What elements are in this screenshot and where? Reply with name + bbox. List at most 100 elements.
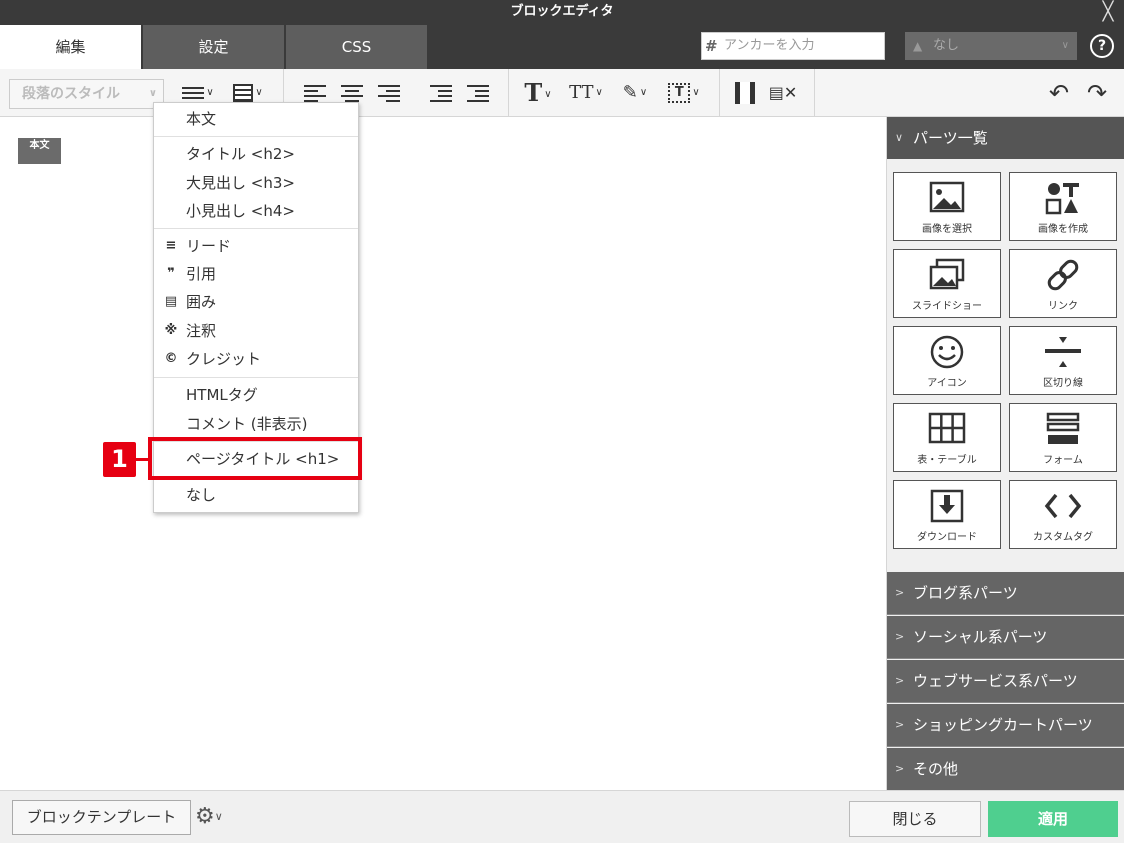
menu-item-label: コメント (非表示) xyxy=(186,415,308,433)
part-slideshow[interactable]: スライドショー xyxy=(893,249,1001,318)
part-divider[interactable]: 区切り線 xyxy=(1009,326,1117,395)
menu-item-label: HTMLタグ xyxy=(186,386,258,404)
part-label: アイコン xyxy=(927,378,967,389)
menu-item-title-h2[interactable]: タイトル <h2> xyxy=(154,141,358,167)
parts-panel-title: パーツ一覧 xyxy=(913,129,988,147)
tab-settings[interactable]: 設定 xyxy=(143,25,284,69)
divider-icon xyxy=(1045,337,1081,367)
menu-item-label: クレジット xyxy=(186,350,262,368)
menu-item-heading-h3[interactable]: 大見出し <h3> xyxy=(154,170,358,196)
part-create-image[interactable]: 画像を作成 xyxy=(1009,172,1117,241)
menu-item-label: 引用 xyxy=(186,265,217,283)
form-icon xyxy=(1046,412,1080,444)
menu-item-label: 囲み xyxy=(186,293,217,311)
paragraph-style-select[interactable]: 段落のスタイル ∨ xyxy=(9,79,164,109)
align-right-button[interactable] xyxy=(377,79,401,107)
menu-item-none[interactable]: なし xyxy=(154,482,358,508)
text-frame-icon: T xyxy=(668,83,691,103)
hash-icon: # xyxy=(705,37,718,55)
footer-bar: ブロックテンプレート ⚙∨ 閉じる 適用 xyxy=(0,790,1124,843)
text-style-button[interactable]: TT ∨ xyxy=(565,79,607,107)
part-label: カスタムタグ xyxy=(1033,532,1093,543)
link-icon xyxy=(1047,259,1079,291)
font-size-icon: T xyxy=(524,78,543,107)
category-label: ブログ系パーツ xyxy=(913,584,1018,602)
redo-button[interactable]: ↷ xyxy=(1084,79,1110,107)
inline-frame-button[interactable]: T ∨ xyxy=(662,79,706,107)
menu-item-comment-hidden[interactable]: コメント (非表示) xyxy=(154,411,358,437)
part-label: 表・テーブル xyxy=(917,455,977,466)
body-block-tag[interactable]: 本文 xyxy=(18,138,61,164)
part-custom-tag[interactable]: カスタムタグ xyxy=(1009,480,1117,549)
undo-button[interactable]: ↶ xyxy=(1046,79,1072,107)
copyright-icon: © xyxy=(164,351,178,366)
category-shopping-cart-parts[interactable]: > ショッピングカートパーツ xyxy=(887,704,1124,747)
menu-item-html-tag[interactable]: HTMLタグ xyxy=(154,382,358,408)
undo-icon: ↶ xyxy=(1048,79,1070,107)
menu-item-label: 注釈 xyxy=(186,322,217,340)
menu-item-subheading-h4[interactable]: 小見出し <h4> xyxy=(154,198,358,224)
shapes-icon xyxy=(1045,183,1079,215)
outdent-button[interactable] xyxy=(429,79,453,107)
part-select-image[interactable]: 画像を選択 xyxy=(893,172,1001,241)
part-link[interactable]: リンク xyxy=(1009,249,1117,318)
anchor-select-value: なし xyxy=(933,38,960,53)
settings-menu-button[interactable]: ⚙∨ xyxy=(195,802,245,832)
part-icon[interactable]: アイコン xyxy=(893,326,1001,395)
anchor-input[interactable]: アンカーを入力 xyxy=(701,32,885,60)
bullet-list-icon xyxy=(182,84,205,102)
outdent-icon xyxy=(430,82,452,105)
menu-item-body[interactable]: 本文 xyxy=(154,106,358,132)
tab-edit[interactable]: 編集 xyxy=(0,25,141,69)
apply-button[interactable]: 適用 xyxy=(988,801,1118,837)
eyedropper-icon: ✎ xyxy=(622,82,638,103)
part-label: フォーム xyxy=(1043,455,1083,466)
part-label: 区切り線 xyxy=(1043,378,1083,389)
quote-icon: ❞ xyxy=(167,266,175,281)
insert-block-icon xyxy=(735,82,755,104)
category-social-parts[interactable]: > ソーシャル系パーツ xyxy=(887,616,1124,659)
help-icon[interactable]: ? xyxy=(1090,34,1114,58)
smiley-icon xyxy=(930,335,964,369)
font-size-button[interactable]: T ∨ xyxy=(518,79,558,107)
menu-item-lead[interactable]: ≡ リード xyxy=(154,233,358,259)
menu-item-quote[interactable]: ❞ 引用 xyxy=(154,261,358,287)
indent-button[interactable] xyxy=(466,79,490,107)
tab-css[interactable]: CSS xyxy=(286,25,427,69)
category-other[interactable]: > その他 xyxy=(887,748,1124,791)
tab-bar: 編集 設定 CSS アンカーを入力 # ▲ なし ∨ ? xyxy=(0,24,1124,69)
redo-icon: ↷ xyxy=(1086,79,1108,107)
insert-block-button[interactable] xyxy=(732,79,758,107)
anchor-select[interactable]: ▲ なし ∨ xyxy=(905,32,1077,60)
close-button[interactable]: 閉じる xyxy=(849,801,981,837)
part-form[interactable]: フォーム xyxy=(1009,403,1117,472)
part-label: リンク xyxy=(1048,301,1078,312)
menu-item-note[interactable]: ※ 注釈 xyxy=(154,318,358,344)
category-webservice-parts[interactable]: > ウェブサービス系パーツ xyxy=(887,660,1124,703)
category-label: その他 xyxy=(913,760,959,778)
warning-icon: ▲ xyxy=(913,39,923,53)
chevron-down-icon: ∨ xyxy=(895,131,904,144)
clear-format-button[interactable]: ▤✕ xyxy=(768,79,798,107)
box-icon: ▤ xyxy=(164,294,178,309)
asterisk-mark-icon: ※ xyxy=(164,323,178,338)
gear-icon: ⚙ xyxy=(195,804,215,829)
clear-format-icon: ▤✕ xyxy=(768,83,798,102)
image-icon xyxy=(929,181,965,213)
window-title: ブロックエディタ xyxy=(510,4,614,19)
menu-item-credit[interactable]: © クレジット xyxy=(154,346,358,372)
part-label: スライドショー xyxy=(912,301,982,312)
part-table[interactable]: 表・テーブル xyxy=(893,403,1001,472)
chevron-right-icon: > xyxy=(895,718,905,731)
menu-item-box[interactable]: ▤ 囲み xyxy=(154,289,358,315)
parts-panel-header[interactable]: ∨ パーツ一覧 xyxy=(887,117,1124,159)
chevron-right-icon: > xyxy=(895,762,905,775)
block-template-button[interactable]: ブロックテンプレート xyxy=(12,800,191,835)
annotation-step-badge: 1 xyxy=(103,442,136,477)
category-blog-parts[interactable]: > ブログ系パーツ xyxy=(887,572,1124,615)
close-icon[interactable]: ╳ xyxy=(1098,2,1118,22)
chevron-down-icon: ∨ xyxy=(214,810,223,823)
part-download[interactable]: ダウンロード xyxy=(893,480,1001,549)
chevron-right-icon: > xyxy=(895,674,905,687)
text-color-button[interactable]: ✎ ∨ xyxy=(614,79,656,107)
